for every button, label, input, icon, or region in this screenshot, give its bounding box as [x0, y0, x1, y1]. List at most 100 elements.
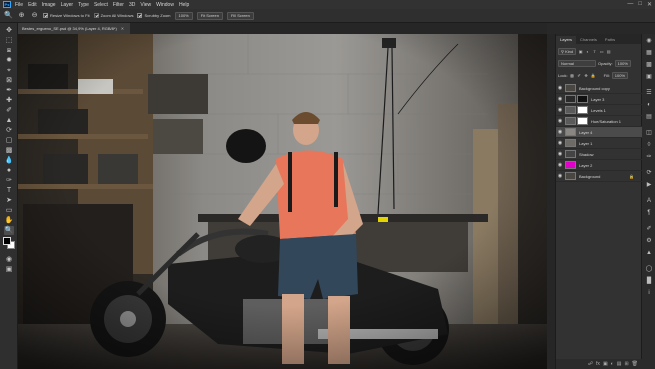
- character-panel-icon[interactable]: A: [645, 198, 653, 205]
- patterns-panel-icon[interactable]: ▣: [645, 74, 653, 81]
- new-group-icon[interactable]: ▤: [617, 361, 622, 367]
- navigator-panel-icon[interactable]: ◯: [645, 266, 653, 273]
- menu-help[interactable]: Help: [179, 2, 189, 8]
- new-layer-icon[interactable]: ⊞: [624, 361, 628, 367]
- document-tab[interactable]: Bestes_ergueno_SE.psd @ 34,9% (Layer 4, …: [18, 23, 131, 34]
- visibility-eye-icon[interactable]: ◉: [556, 96, 564, 102]
- paths-panel-icon[interactable]: ✑: [645, 154, 653, 161]
- lock-position-icon[interactable]: ✥: [584, 73, 589, 78]
- filter-shape-icon[interactable]: ▭: [599, 49, 604, 54]
- visibility-eye-icon[interactable]: ◉: [556, 151, 564, 157]
- opacity-field[interactable]: 100%: [614, 60, 631, 67]
- brushes-panel-icon[interactable]: ✐: [645, 226, 653, 233]
- close-icon[interactable]: ✕: [647, 1, 652, 8]
- screen-mode-icon[interactable]: ▣: [4, 265, 14, 274]
- visibility-eye-icon[interactable]: ◉: [556, 85, 564, 91]
- blend-mode-select[interactable]: Normal: [558, 60, 596, 67]
- libraries-panel-icon[interactable]: ▤: [645, 114, 653, 121]
- lock-transparent-icon[interactable]: ▩: [570, 73, 575, 78]
- rectangle-tool-icon[interactable]: ▭: [4, 206, 14, 215]
- visibility-eye-icon[interactable]: ◉: [556, 162, 564, 168]
- menu-filter[interactable]: Filter: [113, 2, 124, 8]
- filter-smart-object-icon[interactable]: ▤: [606, 49, 611, 54]
- layer-row[interactable]: ◉ Hue/Saturation 1: [556, 116, 642, 127]
- filter-pixel-icon[interactable]: ▣: [578, 49, 583, 54]
- delete-layer-icon[interactable]: 🗑: [632, 361, 638, 367]
- quick-mask-icon[interactable]: ◉: [4, 255, 14, 264]
- menu-type[interactable]: Type: [78, 2, 89, 8]
- lock-all-icon[interactable]: 🔒: [591, 73, 596, 78]
- layer-row[interactable]: ◉ Layer 3: [556, 94, 642, 105]
- brush-tool-icon[interactable]: ✐: [4, 106, 14, 115]
- scrubby-zoom-checkbox[interactable]: Scrubby Zoom: [137, 13, 171, 18]
- menu-layer[interactable]: Layer: [61, 2, 74, 8]
- hand-tool-icon[interactable]: ✋: [4, 216, 14, 225]
- tab-channels[interactable]: Channels: [576, 36, 601, 44]
- color-panel-icon[interactable]: ◉: [645, 38, 653, 45]
- brush-settings-panel-icon[interactable]: ⚙: [645, 238, 653, 245]
- pen-tool-icon[interactable]: ✑: [4, 176, 14, 185]
- dodge-tool-icon[interactable]: ●: [4, 166, 14, 175]
- layers-panel-icon[interactable]: ◫: [645, 130, 653, 137]
- add-mask-icon[interactable]: ▣: [603, 361, 608, 367]
- layer-row[interactable]: ◉ Levels 1: [556, 105, 642, 116]
- move-tool-icon[interactable]: ✥: [4, 26, 14, 35]
- fill-screen-button[interactable]: Fill Screen: [226, 11, 254, 20]
- layer-row-selected[interactable]: ◉ Layer 4: [556, 127, 642, 138]
- zoom-out-icon[interactable]: ⊖: [30, 11, 39, 20]
- paragraph-panel-icon[interactable]: ¶: [645, 210, 653, 217]
- gradients-panel-icon[interactable]: ▩: [645, 62, 653, 69]
- info-panel-icon[interactable]: i: [645, 290, 653, 297]
- menu-3d[interactable]: 3D: [129, 2, 135, 8]
- eyedropper-tool-icon[interactable]: ✒: [4, 86, 14, 95]
- history-brush-tool-icon[interactable]: ⟳: [4, 126, 14, 135]
- fit-screen-button[interactable]: Fit Screen: [196, 11, 223, 20]
- eraser-tool-icon[interactable]: ▢: [4, 136, 14, 145]
- maximize-icon[interactable]: □: [638, 1, 642, 8]
- layer-row[interactable]: ◉ Layer 1: [556, 138, 642, 149]
- path-selection-tool-icon[interactable]: ➤: [4, 196, 14, 205]
- quick-selection-tool-icon[interactable]: ✹: [4, 56, 14, 65]
- marquee-tool-icon[interactable]: ⬚: [4, 36, 14, 45]
- fill-field[interactable]: 100%: [611, 72, 629, 79]
- visibility-eye-icon[interactable]: ◉: [556, 118, 564, 124]
- tab-paths[interactable]: Paths: [601, 36, 619, 44]
- zoom-tool-icon[interactable]: 🔍: [4, 11, 13, 20]
- visibility-eye-icon[interactable]: ◉: [556, 140, 564, 146]
- layer-row[interactable]: ◉ Background 🔒: [556, 171, 642, 182]
- visibility-eye-icon[interactable]: ◉: [556, 173, 564, 179]
- menu-select[interactable]: Select: [94, 2, 108, 8]
- link-layers-icon[interactable]: ☍: [588, 361, 593, 367]
- menu-window[interactable]: Window: [156, 2, 174, 8]
- tab-layers[interactable]: Layers: [556, 36, 577, 44]
- document-canvas[interactable]: [18, 34, 547, 369]
- type-tool-icon[interactable]: T: [4, 186, 14, 195]
- minimize-icon[interactable]: —: [627, 1, 633, 8]
- menu-view[interactable]: View: [140, 2, 151, 8]
- visibility-eye-icon[interactable]: ◉: [556, 129, 564, 135]
- zoom-all-windows-checkbox[interactable]: Zoom All Windows: [93, 13, 133, 18]
- menu-file[interactable]: File: [15, 2, 23, 8]
- filter-adjustment-icon[interactable]: ◐: [585, 49, 590, 54]
- history-panel-icon[interactable]: ⟳: [645, 170, 653, 177]
- zoom-percent-field[interactable]: 100%: [174, 11, 193, 20]
- layer-row[interactable]: ◉ Background copy: [556, 83, 642, 94]
- blur-tool-icon[interactable]: 💧: [4, 156, 14, 165]
- frame-tool-icon[interactable]: ⊠: [4, 76, 14, 85]
- filter-type-icon[interactable]: T: [592, 49, 597, 54]
- foreground-color-swatch[interactable]: [3, 237, 11, 245]
- swatches-panel-icon[interactable]: ▦: [645, 50, 653, 57]
- layer-filter-select[interactable]: ⚲ Kind: [558, 48, 577, 55]
- properties-panel-icon[interactable]: ☰: [645, 90, 653, 97]
- clone-source-panel-icon[interactable]: ▲: [645, 250, 653, 257]
- menu-edit[interactable]: Edit: [28, 2, 37, 8]
- healing-brush-tool-icon[interactable]: ✚: [4, 96, 14, 105]
- resize-windows-checkbox[interactable]: Resize Windows to Fit: [43, 13, 90, 18]
- layer-row[interactable]: ◉ Layer 2: [556, 160, 642, 171]
- crop-tool-icon[interactable]: ⌖: [4, 66, 14, 75]
- menu-image[interactable]: Image: [42, 2, 56, 8]
- gradient-tool-icon[interactable]: ▩: [4, 146, 14, 155]
- zoom-tool-icon[interactable]: 🔍: [4, 226, 14, 235]
- close-tab-icon[interactable]: ✕: [121, 23, 124, 34]
- visibility-eye-icon[interactable]: ◉: [556, 107, 564, 113]
